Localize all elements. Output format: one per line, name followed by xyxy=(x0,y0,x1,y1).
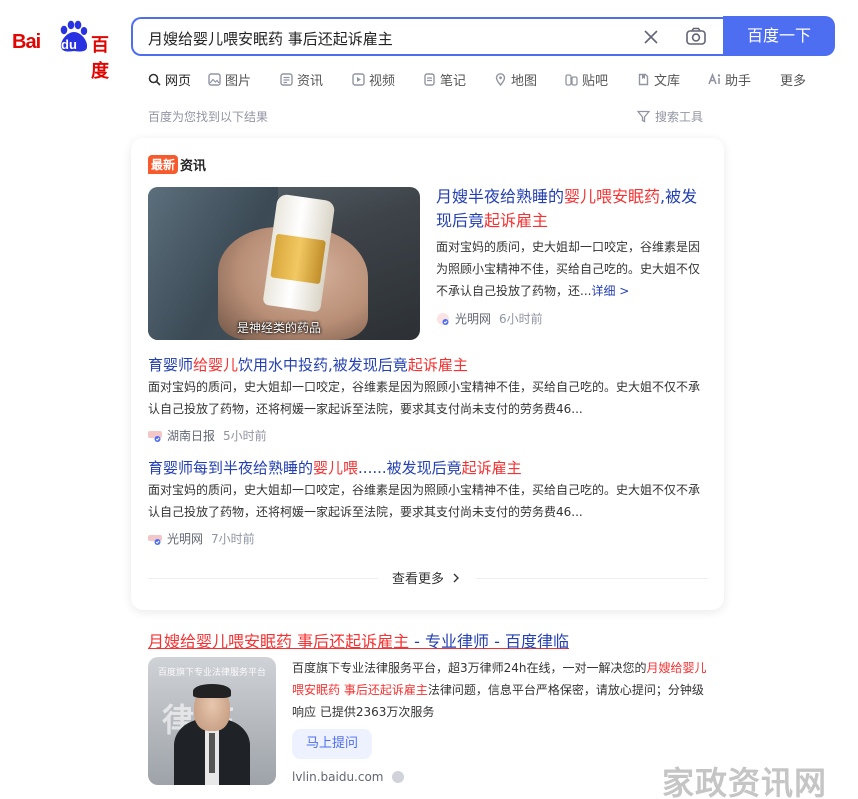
tab-images[interactable]: 图片 xyxy=(208,69,280,89)
title-highlight: 起诉雇主 xyxy=(407,356,468,374)
logo-cn: 百度 xyxy=(91,35,109,82)
top-news-summary: 面对宝妈的质问，史大姐却一口咬定，谷维素是因为照顾小宝精神不佳，买给自己吃的。史… xyxy=(436,236,706,302)
lawyer-thumbnail[interactable]: 百度旗下专业法律服务平台 律临 xyxy=(148,657,276,785)
badge-label: 资讯 xyxy=(180,159,207,174)
news-item-title[interactable]: 育婴师给婴儿饮用水中投药,被发现后竟起诉雇主 xyxy=(148,354,468,375)
title-part: 育婴师 xyxy=(148,356,194,374)
title-part: 育婴师每到半夜给熟睡的 xyxy=(148,459,314,477)
tab-wenku[interactable]: 文库 xyxy=(637,69,708,89)
news-icon xyxy=(280,72,293,86)
title-highlight: 起诉雇主 xyxy=(461,459,522,477)
title-highlight: 起诉雇主 xyxy=(484,211,549,230)
tab-tieba[interactable]: 贴吧 xyxy=(565,69,637,89)
top-news-title[interactable]: 月嫂半夜给熟睡的婴儿喂安眠药,被发现后竟起诉雇主 xyxy=(436,185,706,233)
verified-badge-icon xyxy=(391,771,404,783)
tab-label: 贴吧 xyxy=(582,73,609,89)
tab-label: 文库 xyxy=(654,73,681,89)
ad-title-rest: - 专业律师 - 百度律临 xyxy=(409,632,569,651)
search-query[interactable]: 月嫂给婴儿喂安眠药 事后还起诉雇主 xyxy=(148,28,393,49)
baidu-logo[interactable]: Bai du 百度 xyxy=(12,19,122,82)
ask-now-button[interactable]: 马上提问 xyxy=(292,729,372,759)
ad-url[interactable]: lvlin.baidu.com xyxy=(292,770,404,784)
search-icon xyxy=(148,73,161,86)
news-source: 湖南日报 5小时前 xyxy=(148,427,267,444)
wenku-icon xyxy=(638,73,649,85)
title-part: 月嫂半夜给熟睡的 xyxy=(436,187,565,206)
lawyer-tie xyxy=(209,733,215,773)
logo-du: du xyxy=(61,37,77,52)
ad-result-title[interactable]: 月嫂给婴儿喂安眠药 事后还起诉雇主 - 专业律师 - 百度律临 xyxy=(148,628,569,652)
source-time: 6小时前 xyxy=(499,312,543,326)
source-name: 湖南日报 xyxy=(167,429,216,443)
title-part: 饮用水中投药,被发现后竟 xyxy=(238,356,408,374)
source-time: 7小时前 xyxy=(211,532,255,546)
tab-label: 地图 xyxy=(511,73,538,89)
search-tabs: 网页 图片 资讯 视频 笔记 地图 贴吧 文库 助手 更多 xyxy=(148,69,820,89)
tab-label: 视频 xyxy=(369,73,396,89)
video-icon xyxy=(352,72,365,86)
result-stats: 百度为您找到以下结果 xyxy=(148,110,269,124)
detail-link[interactable]: 详细 > xyxy=(591,284,629,298)
news-source: 光明网 7小时前 xyxy=(148,530,255,547)
title-highlight: 婴儿喂 xyxy=(313,459,359,477)
search-tools[interactable]: 搜索工具 xyxy=(637,108,703,125)
tab-label: 图片 xyxy=(225,73,252,89)
watermark: 家政资讯网 xyxy=(662,764,828,799)
guangming-logo-icon xyxy=(148,534,162,545)
guangming-logo-icon xyxy=(437,312,449,325)
news-item-summary: 面对宝妈的质问，史大姐却一口咬定，谷维素是因为照顾小宝精神不佳，买给自己吃的。史… xyxy=(148,380,701,416)
thumb-bottle-label xyxy=(270,233,326,285)
tieba-icon xyxy=(565,73,578,86)
tab-video[interactable]: 视频 xyxy=(352,69,423,89)
ad-description: 百度旗下专业法律服务平台，超3万律师24h在线，一对一解决您的月嫂给婴儿喂安眠药… xyxy=(292,657,712,723)
tab-web[interactable]: 网页 xyxy=(148,69,208,89)
tab-assistant[interactable]: 助手 xyxy=(708,69,780,89)
logo-bai: Bai xyxy=(12,31,41,53)
tab-label: 资讯 xyxy=(297,73,324,89)
source-name: 光明网 xyxy=(455,312,492,326)
ad-desc-text: 百度旗下专业法律服务平台，超3万律师24h在线，一对一解决您的 xyxy=(292,661,647,675)
tab-map[interactable]: 地图 xyxy=(494,69,565,89)
filter-icon xyxy=(637,110,650,123)
see-more-label: 查看更多 xyxy=(392,572,445,587)
ai-icon xyxy=(708,72,721,84)
news-item-summary: 面对宝妈的质问，史大姐却一口咬定，谷维素是因为照顾小宝精神不佳，买给自己吃的。史… xyxy=(148,483,701,519)
latest-news-card: 最新 资讯 是神经类的药品 月嫂半夜给熟睡的婴儿喂安眠药,被发现后竟起诉雇主 面… xyxy=(131,138,724,610)
news-source: 光明网 6小时前 xyxy=(436,310,543,327)
tab-label: 笔记 xyxy=(440,73,467,89)
image-icon xyxy=(208,72,221,86)
note-icon xyxy=(424,72,435,86)
source-time: 5小时前 xyxy=(223,429,267,443)
tab-notes[interactable]: 笔记 xyxy=(423,69,494,89)
camera-icon[interactable] xyxy=(685,26,707,48)
clear-icon[interactable] xyxy=(641,27,661,47)
source-name: 光明网 xyxy=(167,532,204,546)
search-button[interactable]: 百度一下 xyxy=(723,16,835,56)
news-item-title[interactable]: 育婴师每到半夜给熟睡的婴儿喂......被发现后竟起诉雇主 xyxy=(148,457,522,478)
tab-label: 网页 xyxy=(165,73,192,89)
hunan-daily-logo-icon xyxy=(148,430,162,442)
thumb-caption: 是神经类的药品 xyxy=(237,321,322,335)
see-more-button[interactable]: 查看更多 xyxy=(378,568,477,587)
search-tools-label: 搜索工具 xyxy=(655,110,704,124)
news-badge: 最新 资讯 xyxy=(148,155,206,174)
tab-news[interactable]: 资讯 xyxy=(280,69,352,89)
lawyer-hair xyxy=(193,684,231,698)
map-icon xyxy=(495,72,506,86)
tab-more[interactable]: 更多 xyxy=(780,69,820,89)
ad-url-text: lvlin.baidu.com xyxy=(292,770,384,784)
chevron-right-icon xyxy=(453,573,460,582)
title-part: ......被发现后竟 xyxy=(358,459,462,477)
tab-label: 更多 xyxy=(780,73,807,89)
news-thumbnail[interactable]: 是神经类的药品 xyxy=(148,187,420,340)
title-highlight: 婴儿喂安眠药 xyxy=(564,187,661,206)
ad-thumb-topline: 百度旗下专业法律服务平台 xyxy=(158,668,267,678)
title-highlight: 给婴儿 xyxy=(193,356,239,374)
tab-label: 助手 xyxy=(725,73,752,89)
ad-title-highlight: 月嫂给婴儿喂安眠药 事后还起诉雇主 xyxy=(148,632,410,651)
search-input[interactable]: 月嫂给婴儿喂安眠药 事后还起诉雇主 xyxy=(131,17,725,56)
summary-text: 面对宝妈的质问，史大姐却一口咬定，谷维素是因为照顾小宝精神不佳，买给自己吃的。史… xyxy=(436,240,701,298)
badge-new: 最新 xyxy=(148,155,179,174)
